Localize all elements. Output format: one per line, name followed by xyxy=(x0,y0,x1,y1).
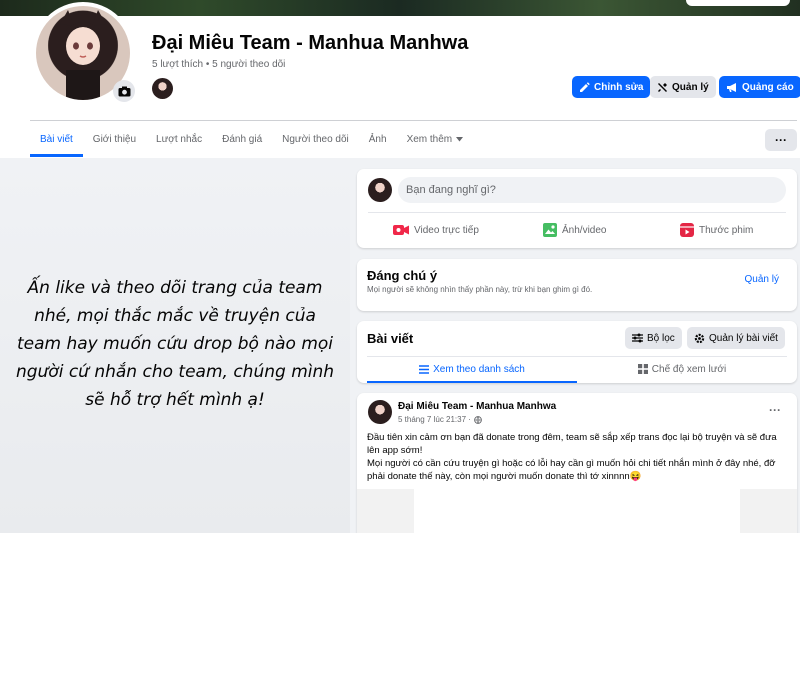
post-ellipsis-icon: ··· xyxy=(769,403,781,417)
post-composer: Bạn đang nghĩ gì? Video trực tiếp Ảnh/vi… xyxy=(357,169,797,248)
live-video-icon xyxy=(393,225,409,235)
change-photo-button[interactable] xyxy=(113,80,135,102)
reel-button[interactable]: Thước phim xyxy=(680,219,753,241)
more-options-button[interactable]: ··· xyxy=(765,129,797,151)
globe-icon xyxy=(474,415,482,424)
post-time-label: 5 tháng 7 lúc 21:37 · xyxy=(398,415,471,424)
post-paragraph-1: Đầu tiên xin cảm ơn bạn đã donate trong … xyxy=(367,432,777,456)
list-view-label: Xem theo danh sách xyxy=(433,363,525,375)
page-tabs: Bài viết Giới thiệu Lượt nhắc Đánh giá N… xyxy=(30,121,473,157)
page-header: Đại Miêu Team - Manhua Manhwa 5 lượt thí… xyxy=(0,2,800,158)
tab-posts-label: Bài viết xyxy=(40,133,73,145)
advertise-label: Quảng cáo xyxy=(742,81,794,93)
page-stats[interactable]: 5 lượt thích • 5 người theo dõi xyxy=(152,59,285,70)
composer-input[interactable]: Bạn đang nghĩ gì? xyxy=(398,177,786,203)
gear-icon xyxy=(694,333,705,343)
tab-followers[interactable]: Người theo dõi xyxy=(272,121,359,157)
list-view-tab[interactable]: Xem theo danh sách xyxy=(367,357,577,383)
page-title: Đại Miêu Team - Manhua Manhwa xyxy=(152,32,469,54)
photo-icon xyxy=(543,223,557,237)
posts-title: Bài viết xyxy=(367,331,414,346)
photo-video-label: Ảnh/video xyxy=(562,224,607,236)
pencil-icon xyxy=(580,81,590,92)
tab-mentions-label: Lượt nhắc xyxy=(156,133,203,145)
left-column: Ấn like và theo dõi trang của team nhé, … xyxy=(0,158,350,533)
grid-view-tab[interactable]: Chế độ xem lưới xyxy=(577,357,787,381)
facebook-page-viewport: Đại Miêu Team - Manhua Manhwa 5 lượt thí… xyxy=(0,0,800,533)
post-author-avatar[interactable] xyxy=(368,400,392,424)
grid-view-label: Chế độ xem lưới xyxy=(651,363,727,375)
tab-followers-label: Người theo dõi xyxy=(282,133,349,145)
caret-down-icon xyxy=(456,136,464,141)
follower-avatar[interactable] xyxy=(152,78,173,99)
photo-video-button[interactable]: Ảnh/video xyxy=(543,219,606,241)
manage-page-label: Quản lý xyxy=(672,81,709,93)
promo-text: Ấn like và theo dõi trang của team nhé, … xyxy=(15,278,335,410)
featured-card: Đáng chú ý Mọi người sẽ không nhìn thấy … xyxy=(357,259,797,311)
ellipsis-icon: ··· xyxy=(775,133,787,147)
tab-more[interactable]: Xem thêm xyxy=(397,121,474,157)
tab-more-label: Xem thêm xyxy=(406,133,453,145)
tab-reviews[interactable]: Đánh giá xyxy=(212,121,272,157)
reel-label: Thước phim xyxy=(699,224,754,236)
edit-page-label: Chỉnh sửa xyxy=(594,81,644,93)
tools-icon xyxy=(658,82,667,92)
manage-posts-label: Quản lý bài viết xyxy=(709,332,778,344)
post-body: Đầu tiên xin cảm ơn bạn đã donate trong … xyxy=(367,431,787,483)
reel-icon xyxy=(680,223,694,237)
tab-photos-label: Ảnh xyxy=(368,133,387,145)
posts-header-card: Bài viết Bộ lọc Quản lý bài viết Xem the… xyxy=(357,321,797,383)
featured-title: Đáng chú ý xyxy=(367,268,438,283)
tab-photos[interactable]: Ảnh xyxy=(359,121,397,157)
grid-icon xyxy=(637,364,648,374)
tab-mentions[interactable]: Lượt nhắc xyxy=(146,121,212,157)
post-media[interactable] xyxy=(357,489,797,533)
live-video-label: Video trực tiếp xyxy=(414,224,479,236)
tab-about[interactable]: Giới thiệu xyxy=(83,121,146,157)
composer-avatar[interactable] xyxy=(368,178,392,202)
manage-page-button[interactable]: Quản lý xyxy=(650,76,716,98)
composer-divider xyxy=(368,212,786,213)
post-timestamp[interactable]: 5 tháng 7 lúc 21:37 · xyxy=(398,415,482,424)
filter-button[interactable]: Bộ lọc xyxy=(625,327,682,349)
edit-cover-button[interactable] xyxy=(686,0,790,6)
edit-page-button[interactable]: Chỉnh sửa xyxy=(572,76,651,98)
filter-label: Bộ lọc xyxy=(647,332,675,344)
live-video-button[interactable]: Video trực tiếp xyxy=(393,219,479,241)
manage-posts-button[interactable]: Quản lý bài viết xyxy=(687,327,785,349)
tab-reviews-label: Đánh giá xyxy=(222,133,263,145)
advertise-button[interactable]: Quảng cáo xyxy=(719,76,800,98)
post-paragraph-2: Mọi người có cần cứu truyện gì hoặc có l… xyxy=(367,458,776,482)
featured-subtitle: Mọi người sẽ không nhìn thấy phần này, t… xyxy=(367,285,593,294)
tab-posts[interactable]: Bài viết xyxy=(30,121,83,157)
list-icon xyxy=(419,364,430,374)
featured-manage-link[interactable]: Quản lý xyxy=(745,274,779,285)
megaphone-icon xyxy=(727,82,736,92)
tab-about-label: Giới thiệu xyxy=(92,133,137,145)
camera-icon xyxy=(118,86,130,96)
post-author-name[interactable]: Đại Miêu Team - Manhua Manhwa xyxy=(398,401,556,412)
post-menu-button[interactable]: ··· xyxy=(769,403,781,417)
post-card: Đại Miêu Team - Manhua Manhwa 5 tháng 7 … xyxy=(357,393,797,533)
filter-icon xyxy=(632,333,643,343)
